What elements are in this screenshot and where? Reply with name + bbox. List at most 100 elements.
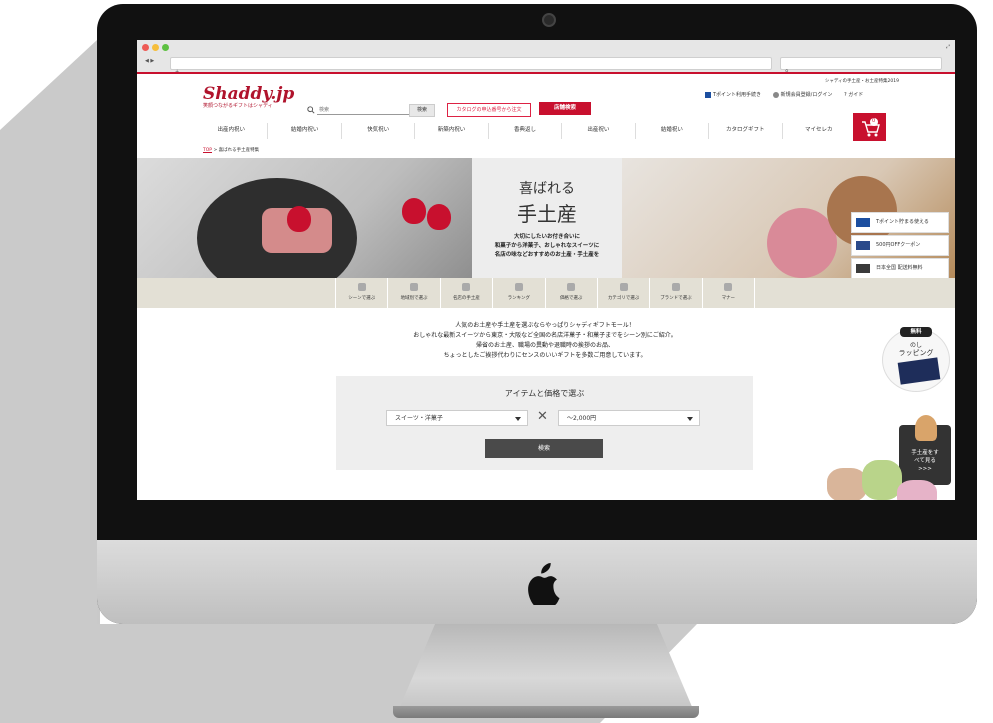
promo-shipping[interactable]: 日本全国 配送料無料: [851, 258, 949, 279]
selector-search-button[interactable]: 検索: [485, 439, 603, 458]
breadcrumb: TOP > 喜ばれる手土産特集: [203, 147, 259, 153]
maximize-dot-icon[interactable]: [162, 44, 169, 51]
pink-baumkuchen-image: [767, 208, 837, 278]
tag-icon: [671, 283, 680, 291]
category-famous-shop[interactable]: 名店の手土産: [439, 278, 492, 308]
category-bar: シーンで選ぶ 地域別で選ぶ 名店の手土産 ランキング 価格で選ぶ カテゴリで選ぶ…: [137, 278, 955, 308]
browser-chrome: ◀ ▶ + ⚲ ⤢: [137, 40, 955, 75]
category-scene[interactable]: シーンで選ぶ: [335, 278, 387, 308]
free-label: 無料: [900, 327, 932, 337]
nav-item-wedding-return[interactable]: 結婚内祝い: [268, 123, 342, 139]
coupon-icon: [856, 241, 870, 250]
free-wrapping-badge[interactable]: 無料 のし ラッピング: [882, 327, 950, 392]
see-all-line: >>>: [918, 466, 932, 472]
site-search-button[interactable]: 検索: [409, 104, 435, 117]
header-accent-line: [137, 72, 955, 74]
hero-text-panel: 喜ばれる 手土産 大切にしたいお付き合いに 和菓子から洋菓子、おしゃれなスイーツ…: [472, 158, 622, 278]
see-all-line: 手土産をす: [911, 450, 939, 456]
cart-icon: [862, 118, 880, 137]
category-manner[interactable]: マナー: [701, 278, 755, 308]
breadcrumb-top-link[interactable]: TOP: [203, 148, 212, 153]
promo-tpoint[interactable]: Tポイント貯まる使える: [851, 212, 949, 233]
nav-item-birth-return[interactable]: 出産内祝い: [195, 123, 269, 139]
site-logo[interactable]: Shaddy.jp: [203, 84, 294, 104]
top-note: シャディの手土産・お土産特集2019: [824, 79, 899, 84]
url-bar[interactable]: +: [170, 57, 772, 75]
see-all-souvenirs-button[interactable]: 手土産をす べて見る >>>: [899, 415, 951, 485]
category-brand[interactable]: ブランドで選ぶ: [649, 278, 701, 308]
truck-icon: [856, 264, 870, 273]
search-icon: [307, 106, 315, 114]
strawberry-image: [402, 198, 426, 224]
help-icon: ?: [843, 92, 847, 98]
screen: ◀ ▶ + ⚲ ⤢ シャディの手土産・お土産特集2019 Shaddy.jp 笑…: [137, 40, 955, 500]
pencil-icon: [724, 283, 733, 291]
cupcake-icon: [915, 415, 937, 441]
item-price-selector: アイテムと価格で選ぶ スイーツ・洋菓子 ✕ ～2,000円 検索: [336, 376, 753, 470]
category-category[interactable]: カテゴリで選ぶ: [596, 278, 649, 308]
hero-desc-line: 名店の味などおすすめのお土産・手土産を: [494, 252, 600, 258]
hero-desc-line: 大切にしたいお付き合いに: [513, 234, 580, 240]
strawberry-image: [287, 206, 311, 232]
top-links: Tポイント利用手続き 新規会員登録/ログイン ? ガイド: [705, 91, 873, 98]
fullscreen-icon[interactable]: ⤢: [946, 44, 950, 50]
promo-coupon[interactable]: 500円OFFクーポン: [851, 235, 949, 256]
hero-desc-line: 和菓子から洋菓子、おしゃれなスイーツに: [494, 243, 600, 249]
price-select[interactable]: ～2,000円: [558, 410, 700, 426]
crown-icon: [514, 283, 523, 291]
intro-text: 人気のお土産や手土産を選ぶならやっぱりシャディギフトモール！ おしゃれな最新スイ…: [355, 321, 735, 361]
hero-title-line1: 喜ばれる: [519, 181, 575, 197]
intro-line: 帰省のお土産、職場の異動や退職時の挨拶のお品、: [475, 342, 614, 349]
nav-item-funeral-return[interactable]: 香典返し: [489, 123, 563, 139]
times-icon: ✕: [537, 409, 548, 424]
star-icon: [357, 283, 366, 291]
macaron-image: [862, 460, 902, 500]
camera-icon: [542, 13, 556, 27]
nav-item-myselecca[interactable]: マイセレカ: [783, 123, 855, 139]
close-dot-icon[interactable]: [142, 44, 149, 51]
site-search-input[interactable]: [317, 105, 409, 115]
tpoint-icon: [705, 91, 711, 98]
gift-box-icon: [897, 357, 941, 385]
see-all-line: べて見る: [914, 458, 936, 464]
breadcrumb-separator: >: [213, 148, 218, 153]
tpoint-icon: [856, 218, 870, 227]
macaron-image: [827, 468, 867, 500]
catalog-order-button[interactable]: カタログの申込番号から注文: [447, 103, 531, 117]
imac-stand: [400, 624, 692, 707]
yen-icon: [567, 283, 576, 291]
site-tagline: 笑顔つながるギフトはシャディ: [203, 103, 273, 109]
promo-badges: Tポイント貯まる使える 500円OFFクーポン 日本全国 配送料無料: [851, 212, 949, 281]
nav-item-recovery[interactable]: 快気祝い: [342, 123, 416, 139]
category-price[interactable]: 価格で選ぶ: [544, 278, 597, 308]
login-link[interactable]: 新規会員登録/ログイン: [772, 91, 832, 98]
browser-search-bar[interactable]: ⚲: [780, 57, 942, 75]
wrapping-label: ラッピング: [898, 349, 934, 357]
minimize-dot-icon[interactable]: [152, 44, 159, 51]
tpoint-link[interactable]: Tポイント利用手続き: [705, 91, 761, 98]
item-select[interactable]: スイーツ・洋菓子: [386, 410, 528, 426]
hero-title-line2: 手土産: [517, 202, 577, 226]
nav-item-catalog-gift[interactable]: カタログギフト: [709, 123, 783, 139]
category-ranking[interactable]: ランキング: [492, 278, 544, 308]
map-pin-icon: [410, 283, 419, 291]
guide-link[interactable]: ? ガイド: [844, 92, 863, 98]
grid-icon: [619, 283, 628, 291]
global-nav: 出産内祝い 結婚内祝い 快気祝い 新築内祝い 香典返し 出産祝い 結婚祝い カタ…: [195, 123, 855, 139]
shop-icon: [462, 283, 471, 291]
nav-item-birth-gift[interactable]: 出産祝い: [562, 123, 636, 139]
hero-description: 大切にしたいお付き合いに 和菓子から洋菓子、おしゃれなスイーツに 名店の味などお…: [478, 233, 616, 260]
nav-item-wedding-gift[interactable]: 結婚祝い: [636, 123, 710, 139]
strawberry-image: [427, 204, 451, 230]
intro-line: 人気のお土産や手土産を選ぶならやっぱりシャディギフトモール！: [455, 322, 635, 329]
lock-icon: [772, 91, 779, 98]
intro-line: ちょっとしたご挨拶代わりにセンスのいいギフトを多数ご用意しています。: [443, 352, 647, 359]
apple-logo-icon: [528, 563, 560, 605]
cart-button[interactable]: 0: [853, 113, 886, 141]
store-search-button[interactable]: 店舗検索: [539, 102, 591, 115]
breadcrumb-current: 喜ばれる手土産特集: [218, 148, 260, 153]
nav-item-new-house[interactable]: 新築内祝い: [415, 123, 489, 139]
hero-banner: 喜ばれる 手土産 大切にしたいお付き合いに 和菓子から洋菓子、おしゃれなスイーツ…: [137, 158, 955, 278]
back-forward-icon[interactable]: ◀ ▶: [145, 58, 154, 64]
category-region[interactable]: 地域別で選ぶ: [387, 278, 439, 308]
